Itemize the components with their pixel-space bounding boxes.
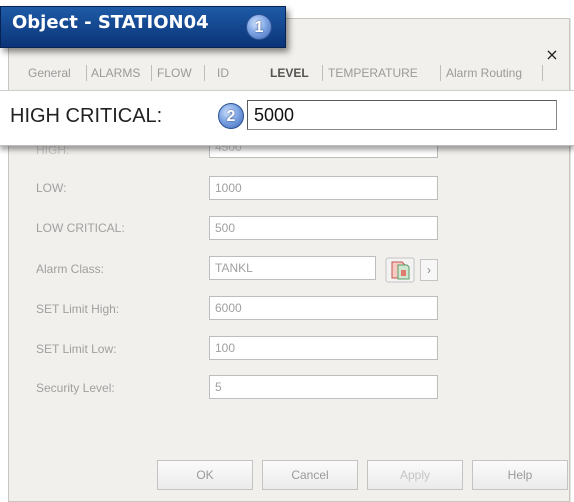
tab-general[interactable]: General (28, 66, 71, 80)
set-limit-high-input[interactable]: 6000 (209, 296, 438, 320)
close-button[interactable]: × (543, 47, 561, 63)
alarm-class-icon[interactable] (385, 257, 415, 283)
tab-separator (86, 65, 87, 81)
security-level-label: Security Level: (36, 381, 115, 395)
screenshot-stage: × Object - STATION04 1 General ALARMS FL… (0, 0, 574, 502)
tab-separator (151, 65, 152, 81)
tab-id[interactable]: ID (217, 66, 229, 80)
low-critical-input[interactable]: 500 (209, 216, 438, 240)
alarm-class-label: Alarm Class: (36, 262, 105, 276)
tab-separator (322, 65, 323, 81)
window-title: Object - STATION04 (12, 12, 209, 33)
high-critical-label: HIGH CRITICAL: (10, 105, 163, 127)
alarm-class-input[interactable]: TANKL (209, 256, 376, 280)
tab-separator (440, 65, 441, 81)
set-limit-low-label: SET Limit Low: (36, 342, 117, 356)
security-level-input[interactable]: 5 (209, 375, 438, 399)
low-input[interactable]: 1000 (209, 176, 438, 200)
high-critical-input[interactable]: 5000 (247, 100, 557, 130)
callout-badge-1: 1 (246, 14, 272, 40)
low-critical-label: LOW CRITICAL: (36, 221, 125, 235)
tab-temperature[interactable]: TEMPERATURE (328, 66, 418, 80)
tab-separator (542, 65, 543, 81)
help-button[interactable]: Help (472, 460, 568, 490)
tab-alarms[interactable]: ALARMS (91, 66, 140, 80)
tab-level[interactable]: LEVEL (270, 66, 309, 80)
tab-separator (204, 65, 205, 81)
title-bar-callout: Object - STATION04 (0, 6, 286, 48)
high-critical-callout: HIGH CRITICAL: 5000 (0, 90, 574, 146)
tab-flow[interactable]: FLOW (157, 66, 192, 80)
alarm-class-arrow-button[interactable]: › (420, 259, 438, 281)
set-limit-low-input[interactable]: 100 (209, 336, 438, 360)
cancel-button[interactable]: Cancel (262, 460, 358, 490)
ok-button[interactable]: OK (157, 460, 253, 490)
tab-strip: General ALARMS FLOW ID LEVEL TEMPERATURE… (28, 65, 554, 84)
callout-badge-2: 2 (218, 103, 244, 129)
tab-alarm-routing[interactable]: Alarm Routing (446, 66, 522, 80)
low-label: LOW: (36, 181, 67, 195)
apply-button[interactable]: Apply (367, 460, 463, 490)
set-limit-high-label: SET Limit High: (36, 302, 120, 316)
